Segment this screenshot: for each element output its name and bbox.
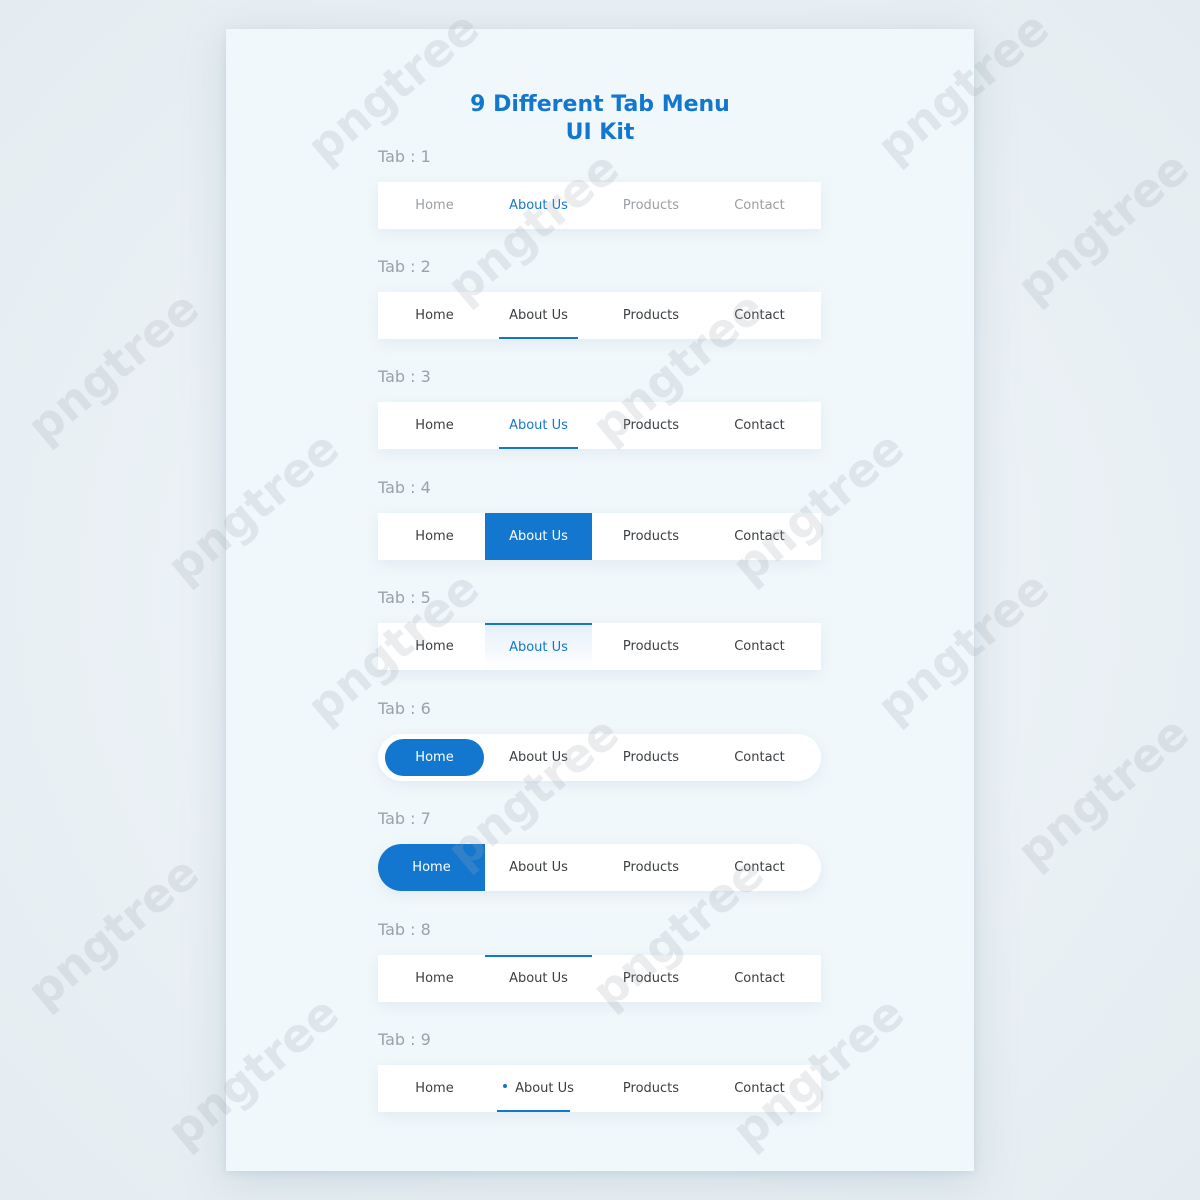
tab-9-about-us[interactable]: About Us	[485, 1065, 592, 1112]
tab-menu-4: Home About Us Products Contact	[378, 513, 821, 560]
tab-1-contact[interactable]: Contact	[706, 182, 813, 229]
tab-menu-8: Home About Us Products Contact	[378, 955, 821, 1002]
tab-7-about-us[interactable]: About Us	[485, 844, 592, 891]
tab-9-products[interactable]: Products	[596, 1065, 706, 1112]
ui-kit-card: 9 Different Tab Menu UI Kit Tab : 1 Home…	[226, 29, 974, 1171]
tab-9-about-us-label: About Us	[515, 1081, 574, 1096]
tab-2-about-us[interactable]: About Us	[485, 292, 592, 339]
tab-2-products[interactable]: Products	[596, 292, 706, 339]
tab-8-home[interactable]: Home	[381, 955, 488, 1002]
title-line-2: UI Kit	[565, 120, 635, 145]
tab-5-contact[interactable]: Contact	[706, 623, 813, 670]
tab-8-contact[interactable]: Contact	[706, 955, 813, 1002]
tab-3-active-underline	[499, 447, 578, 449]
tab-5-home[interactable]: Home	[381, 623, 488, 670]
active-dot-icon	[503, 1083, 508, 1088]
tab-3-home[interactable]: Home	[381, 402, 488, 449]
tab-8-label: Tab : 8	[378, 920, 431, 939]
tab-1-label: Tab : 1	[378, 147, 431, 166]
tab-menu-3: Home About Us Products Contact	[378, 402, 821, 449]
tab-6-about-us[interactable]: About Us	[485, 734, 592, 781]
title-line-1: 9 Different Tab Menu	[470, 92, 730, 117]
tab-5-products[interactable]: Products	[596, 623, 706, 670]
tab-9-active-underline	[497, 1110, 570, 1112]
tab-2-contact[interactable]: Contact	[706, 292, 813, 339]
tab-9-home[interactable]: Home	[381, 1065, 488, 1112]
tab-6-home[interactable]: Home	[385, 739, 484, 776]
tab-3-about-us[interactable]: About Us	[485, 402, 592, 449]
tab-4-label: Tab : 4	[378, 478, 431, 497]
tab-5-label: Tab : 5	[378, 588, 431, 607]
tab-6-contact[interactable]: Contact	[706, 734, 813, 781]
tab-9-label: Tab : 9	[378, 1030, 431, 1049]
tab-2-home[interactable]: Home	[381, 292, 488, 339]
tab-4-about-us[interactable]: About Us	[485, 513, 592, 560]
tab-7-home[interactable]: Home	[378, 844, 485, 891]
page-title: 9 Different Tab Menu UI Kit	[226, 91, 974, 147]
tab-3-label: Tab : 3	[378, 367, 431, 386]
tab-menu-1: Home About Us Products Contact	[378, 182, 821, 229]
tab-6-label: Tab : 6	[378, 699, 431, 718]
tab-7-contact[interactable]: Contact	[706, 844, 813, 891]
tab-2-label: Tab : 2	[378, 257, 431, 276]
tab-4-home[interactable]: Home	[381, 513, 488, 560]
tab-menu-9: Home About Us Products Contact	[378, 1065, 821, 1112]
tab-menu-5: Home About Us Products Contact	[378, 623, 821, 670]
tab-9-contact[interactable]: Contact	[706, 1065, 813, 1112]
tab-8-active-topline	[485, 955, 592, 957]
tab-7-label: Tab : 7	[378, 809, 431, 828]
tab-8-about-us[interactable]: About Us	[485, 955, 592, 1002]
tab-3-products[interactable]: Products	[596, 402, 706, 449]
tab-5-about-us[interactable]: About Us	[485, 623, 592, 670]
tab-7-products[interactable]: Products	[596, 844, 706, 891]
tab-2-active-underline	[499, 337, 578, 339]
tab-4-products[interactable]: Products	[596, 513, 706, 560]
tab-6-products[interactable]: Products	[596, 734, 706, 781]
tab-menu-2: Home About Us Products Contact	[378, 292, 821, 339]
tab-1-about-us[interactable]: About Us	[485, 182, 592, 229]
tab-1-products[interactable]: Products	[596, 182, 706, 229]
tab-8-products[interactable]: Products	[596, 955, 706, 1002]
tab-3-contact[interactable]: Contact	[706, 402, 813, 449]
tab-4-contact[interactable]: Contact	[706, 513, 813, 560]
tab-1-home[interactable]: Home	[381, 182, 488, 229]
tab-menu-6: Home About Us Products Contact	[378, 734, 821, 781]
tab-menu-7: Home About Us Products Contact	[378, 844, 821, 891]
